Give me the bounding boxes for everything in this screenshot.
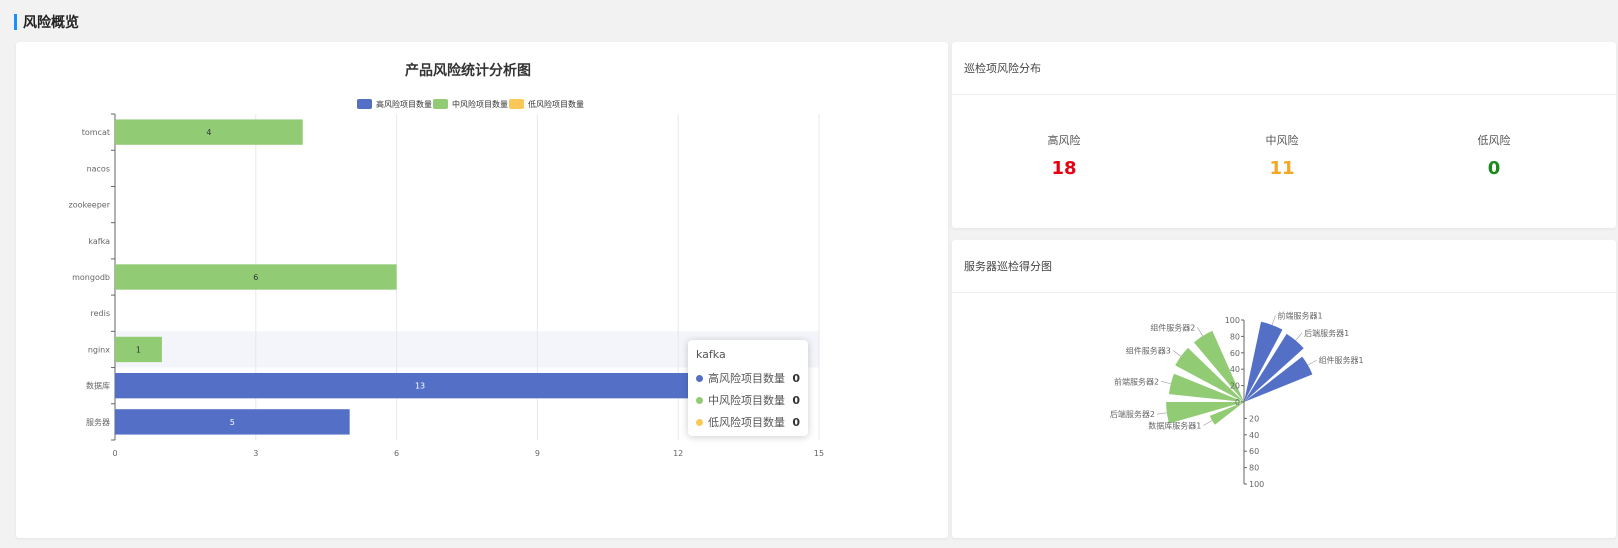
radial-tick-label: 40 — [1230, 365, 1240, 374]
polar-label: 后端服务器1 — [1304, 328, 1349, 338]
bar-value-label: 5 — [230, 418, 235, 427]
chart-tooltip: kafka 高风险项目数量 0 中风险项目数量 0 低风险项目数量 0 — [688, 340, 808, 436]
x-tick-label: 9 — [535, 449, 540, 458]
risk-low-label: 低风险 — [1477, 134, 1511, 147]
risk-low-value: 0 — [1487, 158, 1501, 179]
polar-label-leader — [1197, 327, 1203, 337]
radial-tick-label: 60 — [1249, 447, 1259, 456]
bar-value-label: 13 — [415, 382, 425, 391]
polar-label: 组件服务器3 — [1126, 345, 1171, 355]
y-tick-label: redis — [90, 309, 110, 318]
bar-value-label: 6 — [253, 273, 258, 282]
risk-summary-title: 巡检项风险分布 — [964, 62, 1041, 75]
x-tick-label: 15 — [814, 449, 824, 458]
polar-label-leader — [1161, 381, 1171, 385]
radial-tick-label: 80 — [1249, 464, 1259, 473]
bar-value-label: 4 — [206, 128, 211, 137]
risk-low: 低风险 0 — [1434, 132, 1554, 179]
card-divider — [952, 94, 1616, 95]
risk-high: 高风险 18 — [1004, 132, 1124, 179]
tooltip-row-name: 中风险项目数量 — [708, 394, 785, 407]
x-tick-label: 0 — [112, 449, 117, 458]
polar-label: 组件服务器2 — [1150, 322, 1195, 332]
risk-high-value: 18 — [1051, 158, 1077, 179]
page-title: 风险概览 — [23, 15, 79, 31]
tooltip-dot-low — [696, 418, 703, 426]
polar-label-leader — [1295, 332, 1303, 341]
server-score-card: 服务器巡检得分图 0 20 20 40 40 60 60 80 80 100 100 前端服务器1 后… — [952, 240, 1616, 538]
radial-tick-label: 100 — [1249, 480, 1264, 489]
risk-high-label: 高风险 — [1047, 134, 1081, 147]
polar-bar[interactable] — [1166, 402, 1244, 424]
risk-medium-label: 中风险 — [1265, 134, 1299, 147]
x-tick-label: 6 — [394, 449, 399, 458]
polar-label-leader — [1172, 350, 1182, 357]
tooltip-dot-medium — [696, 396, 703, 404]
tooltip-row-name: 高风险项目数量 — [708, 372, 785, 385]
radial-tick-label: 80 — [1230, 332, 1240, 341]
y-tick-label: mongodb — [72, 273, 110, 282]
legend-swatch[interactable] — [357, 99, 372, 109]
radial-tick-label: 60 — [1230, 349, 1240, 358]
polar-label-leader — [1271, 315, 1276, 326]
polar-label: 前端服务器2 — [1114, 376, 1159, 386]
polar-label-leader — [1307, 359, 1317, 366]
y-tick-label: nacos — [87, 164, 110, 173]
x-tick-label: 3 — [253, 449, 258, 458]
polar-label: 数据库服务器1 — [1148, 420, 1201, 430]
title-accent-bar — [14, 14, 17, 30]
radial-tick-label: 20 — [1249, 414, 1259, 423]
risk-medium: 中风险 11 — [1222, 132, 1342, 179]
legend-label[interactable]: 中风险项目数量 — [452, 99, 508, 109]
tooltip-row-name: 低风险项目数量 — [708, 416, 785, 429]
radial-tick-label: 40 — [1249, 431, 1259, 440]
product-risk-bar-chart: 产品风险统计分析图 高风险项目数量 中风险项目数量 低风险项目数量 0 3 6 9 12 15… — [69, 62, 825, 458]
page-header: 风险概览 — [14, 10, 79, 34]
polar-label-leader — [1203, 420, 1213, 426]
legend-label[interactable]: 高风险项目数量 — [376, 99, 432, 109]
risk-summary-card: 巡检项风险分布 高风险 18 中风险 11 低风险 0 — [952, 42, 1616, 228]
legend-swatch[interactable] — [433, 99, 448, 109]
radial-tick-label: 100 — [1225, 316, 1240, 325]
polar-label: 前端服务器1 — [1277, 311, 1322, 321]
y-tick-label: kafka — [88, 237, 110, 246]
tooltip-row-low: 低风险项目数量 0 — [696, 414, 800, 430]
bar-chart-legend: 高风险项目数量 中风险项目数量 低风险项目数量 — [357, 99, 584, 109]
tooltip-row-medium: 中风险项目数量 0 — [696, 392, 800, 408]
y-tick-label: nginx — [88, 345, 110, 354]
tooltip-row-value: 0 — [792, 393, 800, 407]
legend-label[interactable]: 低风险项目数量 — [528, 99, 584, 109]
tooltip-dot-high — [696, 374, 703, 382]
polar-label: 后端服务器2 — [1110, 409, 1155, 419]
polar-label-leader — [1156, 412, 1167, 415]
tooltip-row-high: 高风险项目数量 0 — [696, 370, 800, 386]
x-tick-label: 12 — [673, 449, 683, 458]
y-tick-label: 数据库 — [86, 381, 110, 391]
y-tick-label: zookeeper — [69, 201, 111, 210]
bar-chart-title: 产品风险统计分析图 — [405, 62, 531, 79]
risk-medium-value: 11 — [1269, 158, 1295, 179]
y-tick-label: 服务器 — [86, 417, 110, 427]
tooltip-title: kafka — [696, 348, 726, 361]
bar-value-label: 1 — [136, 345, 141, 354]
radial-tick-label: 20 — [1230, 382, 1240, 391]
radial-tick-label: 0 — [1235, 398, 1240, 407]
y-tick-label: tomcat — [82, 128, 110, 137]
server-score-polar-chart: 0 20 20 40 40 60 60 80 80 100 100 前端服务器1 后端服务器1 组件服务… — [1110, 311, 1364, 489]
tooltip-row-value: 0 — [792, 371, 800, 385]
legend-swatch[interactable] — [509, 99, 524, 109]
tooltip-row-value: 0 — [792, 415, 800, 429]
product-risk-card: 产品风险统计分析图 高风险项目数量 中风险项目数量 低风险项目数量 0 3 6 9 12 15… — [16, 42, 948, 538]
polar-label: 组件服务器1 — [1319, 355, 1364, 365]
